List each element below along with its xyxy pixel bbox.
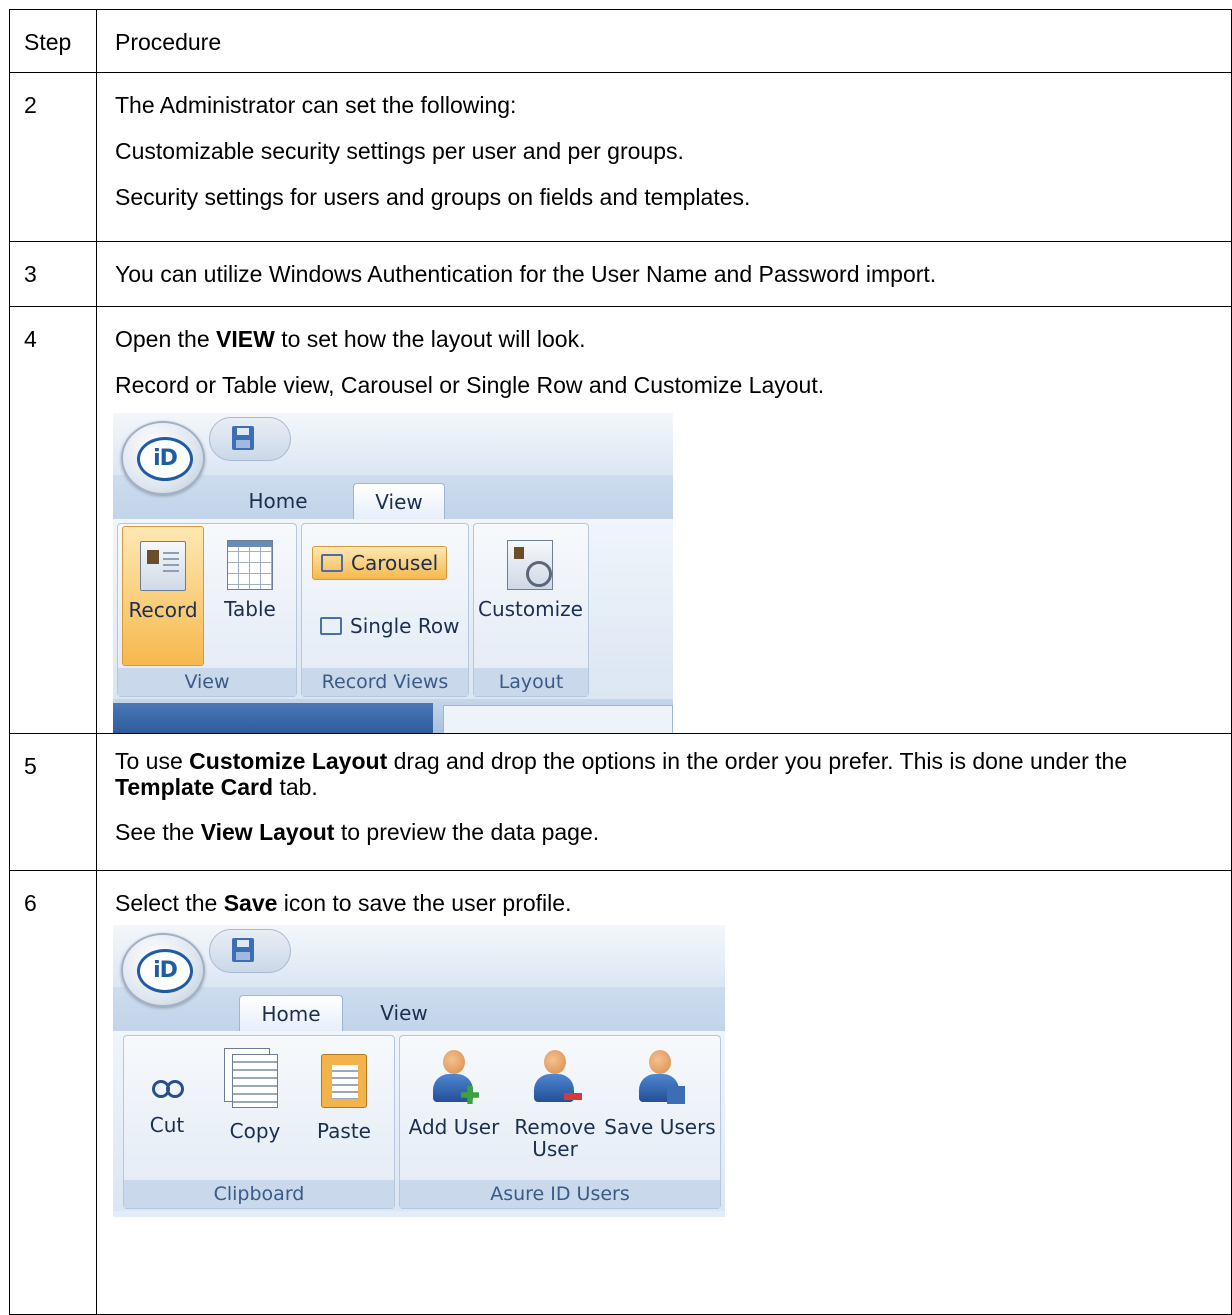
procedure-line: Select the Save icon to save the user pr…: [115, 890, 572, 916]
record-icon: [140, 541, 186, 591]
step-number: 2: [24, 92, 37, 118]
procedure-line: See the View Layout to preview the data …: [115, 819, 600, 845]
customize-icon: [507, 540, 553, 590]
procedure-header-cell: Procedure: [96, 9, 1232, 73]
procedure-line: Security settings for users and groups o…: [115, 184, 751, 210]
step-header: Step: [24, 29, 72, 55]
remove-user-icon: [530, 1050, 582, 1104]
view-ribbon-screenshot: iD Home View Record Table View Carousel …: [113, 413, 673, 733]
procedure-text: Select the Save icon to save the user pr…: [97, 871, 1231, 1217]
procedure-text: To use Customize Layout drag and drop th…: [97, 734, 1231, 846]
record-views-group: Carousel Single Row Record Views: [301, 523, 469, 697]
id-logo-icon: iD: [137, 437, 193, 481]
procedure-table: Step Procedure 2 The Administrator can s…: [9, 9, 1232, 1315]
group-label: Record Views: [302, 668, 468, 696]
save-icon[interactable]: [232, 938, 254, 962]
home-ribbon-screenshot: iD Home View Cut Copy Paste Clipboard Ad…: [113, 925, 725, 1217]
cut-icon: [152, 1050, 184, 1100]
step-number: 4: [24, 326, 37, 352]
copy-icon: [232, 1054, 278, 1108]
table-row: 5 To use Customize Layout drag and drop …: [9, 733, 1232, 871]
layout-group: Customize Layout: [473, 523, 589, 697]
cut-button[interactable]: Cut: [132, 1038, 202, 1176]
table-row: 2 The Administrator can set the followin…: [9, 72, 1232, 242]
header-row: Step Procedure: [9, 9, 1232, 73]
application-orb[interactable]: iD: [121, 421, 205, 495]
save-users-button[interactable]: Save Users: [604, 1038, 716, 1176]
tab-home[interactable]: Home: [239, 995, 343, 1032]
table-icon: [227, 540, 273, 590]
tab-view[interactable]: View: [353, 483, 445, 520]
step-number: 3: [24, 261, 37, 287]
single-row-icon: [320, 617, 342, 635]
carousel-icon: [321, 554, 343, 572]
id-logo-icon: iD: [137, 949, 193, 993]
paste-button[interactable]: Paste: [304, 1038, 384, 1176]
procedure-line: Open the VIEW to set how the layout will…: [115, 326, 586, 352]
single-row-button[interactable]: Single Row: [312, 610, 467, 642]
group-label: Clipboard: [124, 1180, 394, 1208]
procedure-header: Procedure: [115, 29, 222, 55]
quick-access-toolbar[interactable]: [209, 417, 291, 461]
table-row: 6 Select the Save icon to save the user …: [9, 870, 1232, 1315]
step-number: 5: [24, 753, 37, 779]
quick-access-toolbar[interactable]: [209, 929, 291, 973]
procedure-line: To use Customize Layout drag and drop th…: [115, 748, 1128, 800]
customize-button[interactable]: Customize: [478, 526, 583, 664]
application-orb[interactable]: iD: [121, 933, 205, 1007]
table-row: 4 Open the VIEW to set how the layout wi…: [9, 306, 1232, 734]
save-icon[interactable]: [232, 426, 254, 450]
table-row: 3 You can utilize Windows Authentication…: [9, 241, 1232, 307]
view-group: Record Table View: [117, 523, 297, 697]
procedure-line: You can utilize Windows Authentication f…: [115, 261, 937, 287]
step-header-cell: Step: [9, 9, 97, 73]
paste-icon: [321, 1054, 367, 1108]
group-label: View: [118, 668, 296, 696]
tab-view[interactable]: View: [359, 995, 449, 1031]
record-button[interactable]: Record: [122, 526, 204, 666]
table-button[interactable]: Table: [210, 526, 290, 664]
save-users-icon: [635, 1050, 685, 1104]
step-number: 6: [24, 890, 37, 916]
procedure-text: Open the VIEW to set how the layout will…: [97, 307, 1231, 733]
tab-home[interactable]: Home: [223, 483, 333, 519]
add-user-button[interactable]: Add User: [404, 1038, 504, 1176]
carousel-button[interactable]: Carousel: [312, 546, 448, 580]
procedure-line: Customizable security settings per user …: [115, 138, 684, 164]
group-label: Asure ID Users: [400, 1180, 720, 1208]
remove-user-button[interactable]: Remove User: [508, 1038, 602, 1176]
procedure-line: Record or Table view, Carousel or Single…: [115, 372, 825, 398]
procedure-line: The Administrator can set the following:: [115, 92, 517, 118]
clipboard-group: Cut Copy Paste Clipboard: [123, 1035, 395, 1209]
procedure-text: The Administrator can set the following:…: [97, 73, 1231, 211]
group-label: Layout: [474, 668, 588, 696]
procedure-text: You can utilize Windows Authentication f…: [97, 242, 1231, 288]
asure-id-users-group: Add User Remove User Save Users Asure ID…: [399, 1035, 721, 1209]
add-user-icon: [429, 1050, 479, 1104]
copy-button[interactable]: Copy: [220, 1038, 290, 1176]
